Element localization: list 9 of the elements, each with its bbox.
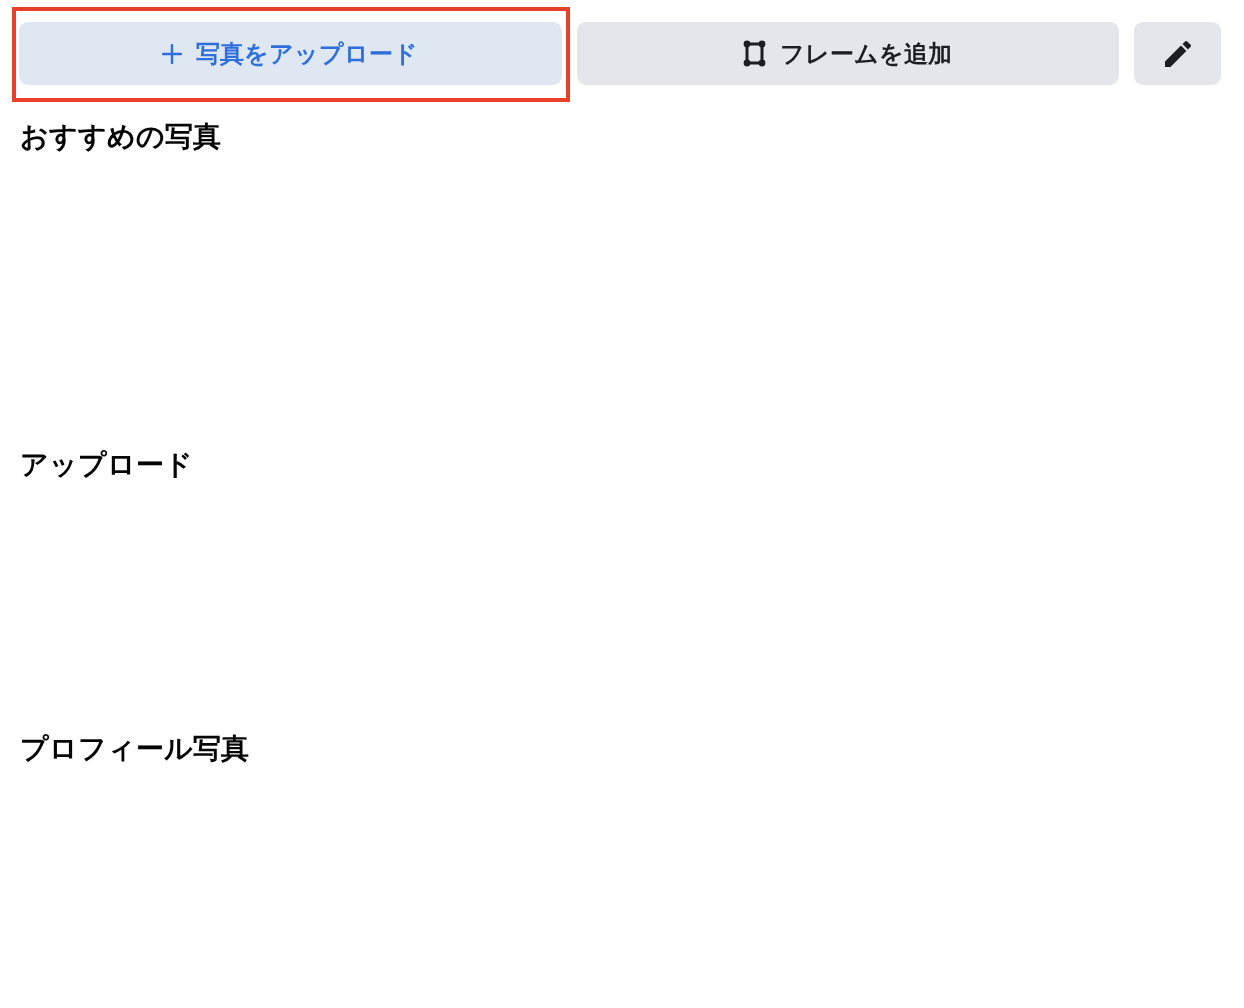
frame-icon	[743, 40, 767, 67]
section-heading: プロフィール写真	[20, 732, 249, 766]
section-heading: アップロード	[20, 448, 193, 482]
add-frame-button[interactable]: フレームを追加	[576, 22, 1119, 85]
pencil-icon	[1164, 40, 1191, 67]
upload-photo-button[interactable]: 写真をアップロード	[19, 22, 562, 85]
section-heading: おすすめの写真	[20, 120, 221, 154]
plus-icon	[162, 43, 183, 64]
edit-button[interactable]	[1134, 22, 1221, 85]
